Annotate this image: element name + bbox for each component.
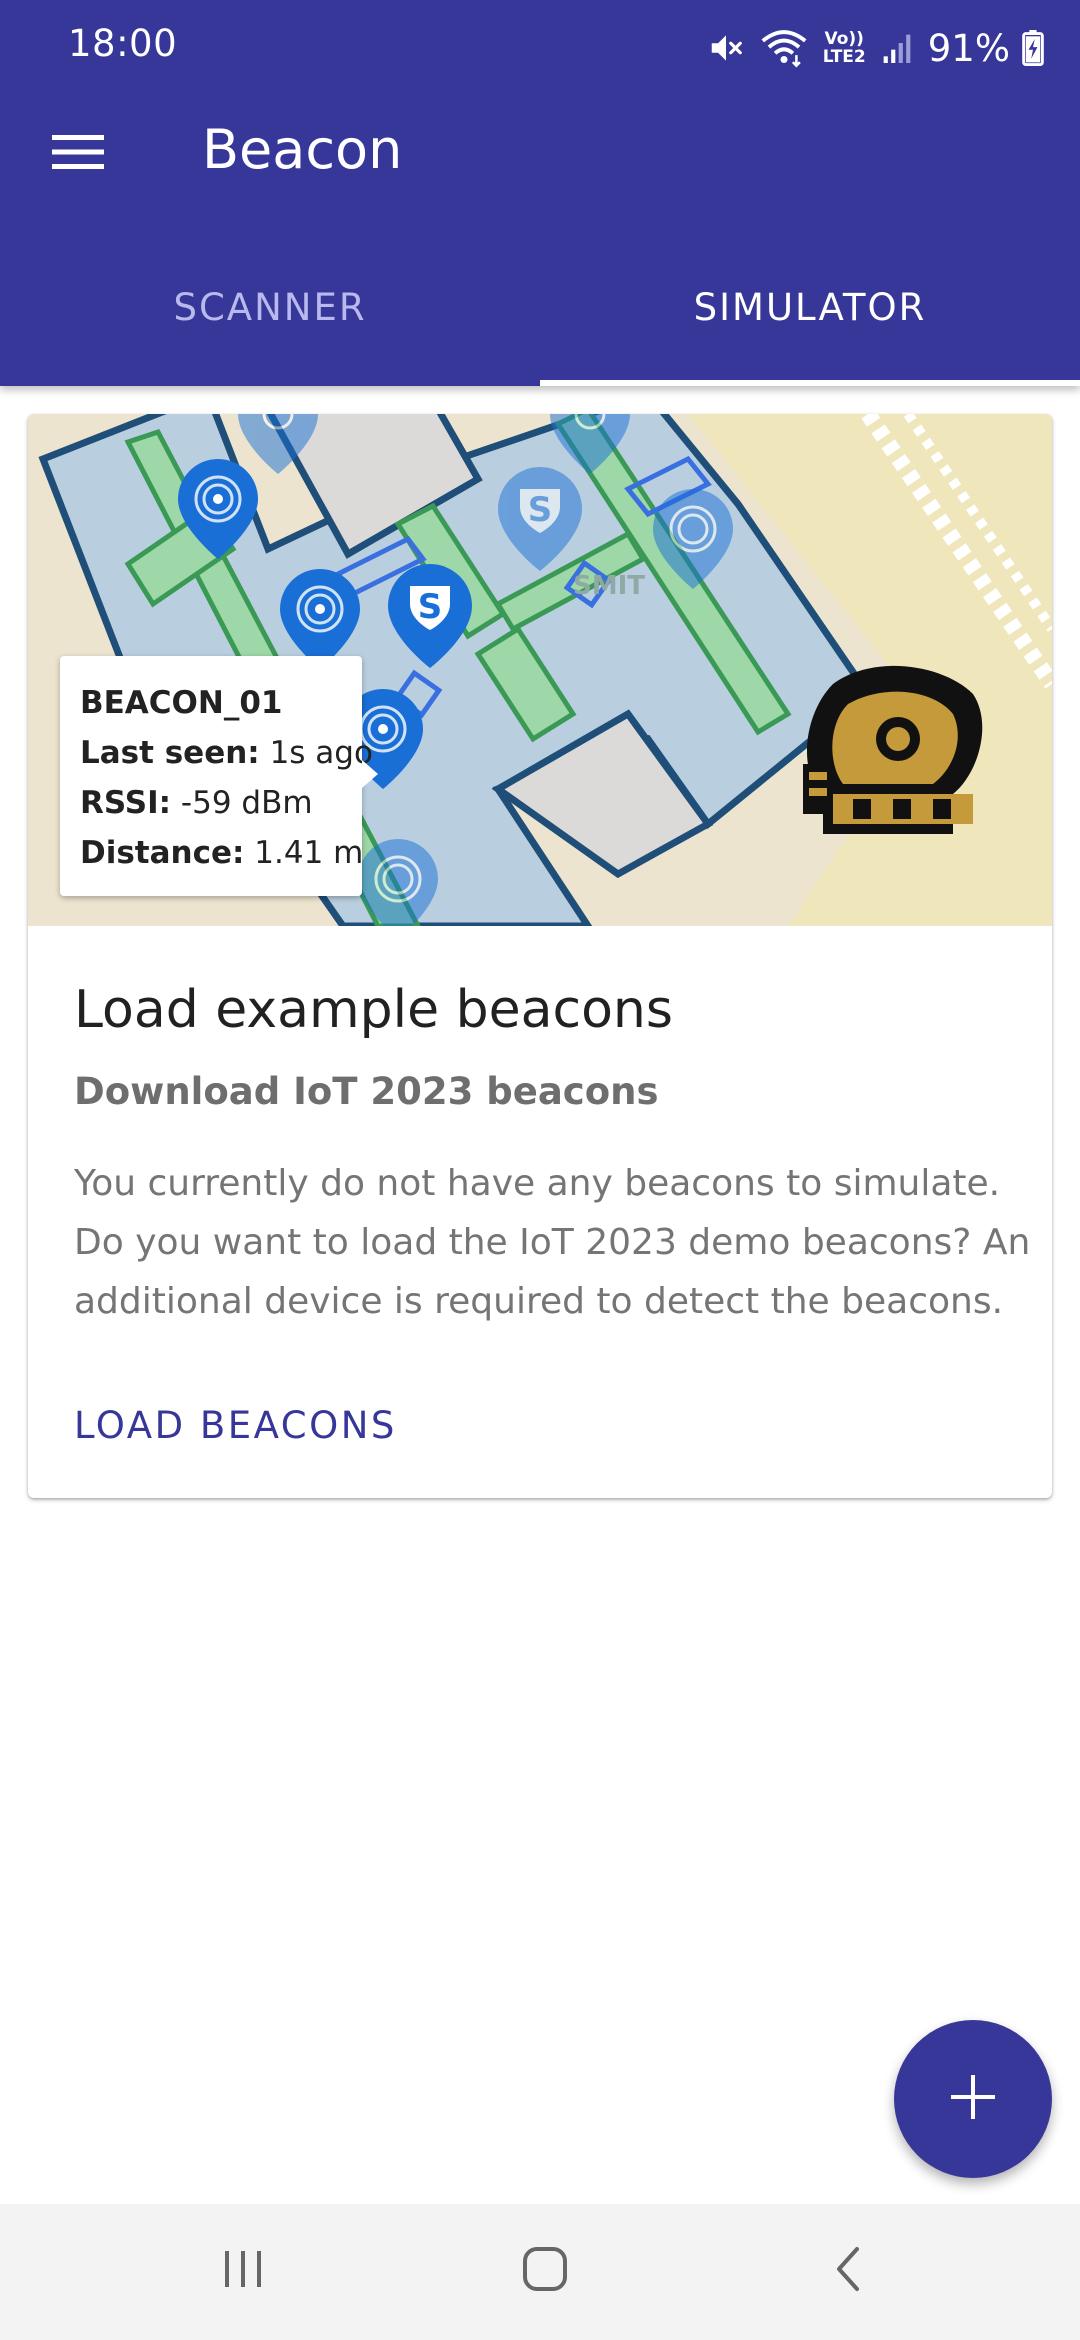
- home-button[interactable]: [495, 2226, 595, 2316]
- card-title: Load example beacons: [74, 980, 673, 1040]
- svg-text:S: S: [528, 490, 553, 530]
- load-beacons-card: SMIT S S BEACON_01 Last seen: 1s ago RSS…: [28, 414, 1052, 1498]
- load-beacons-button[interactable]: LOAD BEACONS: [74, 1404, 397, 1447]
- status-time: 18:00: [68, 22, 178, 65]
- back-icon: [831, 2244, 865, 2298]
- status-icons: Vo)) LTE2 91%: [707, 24, 1044, 72]
- home-icon: [520, 2244, 570, 2298]
- app-bar: 18:00 Vo)) LTE2 91% Beacon SCANNER SIMUL…: [0, 0, 1080, 386]
- battery-percentage: 91%: [927, 26, 1010, 70]
- add-beacon-fab[interactable]: [894, 2020, 1052, 2178]
- hamburger-menu-icon: [50, 132, 106, 176]
- tab-simulator-label: SIMULATOR: [693, 286, 927, 329]
- map-label: SMIT: [573, 571, 645, 601]
- menu-button[interactable]: [38, 114, 118, 194]
- card-body: Load example beacons Download IoT 2023 b…: [28, 926, 1052, 1498]
- app-title: Beacon: [202, 118, 403, 181]
- card-subtitle: Download IoT 2023 beacons: [74, 1070, 659, 1113]
- toolbar: Beacon: [0, 96, 1080, 208]
- recents-icon: [219, 2247, 267, 2295]
- tooltip-rssi: RSSI: -59 dBm: [80, 785, 313, 821]
- plus-icon: [947, 2071, 999, 2127]
- tab-indicator: [540, 380, 1080, 386]
- event-logo: [803, 665, 983, 834]
- tooltip-beacon-name: BEACON_01: [80, 685, 283, 721]
- battery-charging-icon: [1022, 30, 1044, 66]
- tab-scanner[interactable]: SCANNER: [0, 246, 540, 386]
- beacon-tooltip: BEACON_01 Last seen: 1s ago RSSI: -59 dB…: [60, 656, 378, 896]
- tooltip-distance: Distance: 1.41 m: [80, 835, 364, 871]
- system-nav-bar: [0, 2204, 1080, 2340]
- card-description: You currently do not have any beacons to…: [74, 1163, 1031, 1322]
- recents-button[interactable]: [193, 2226, 293, 2316]
- tooltip-last-seen: Last seen: 1s ago: [80, 735, 373, 771]
- status-bar: 18:00 Vo)) LTE2 91%: [0, 0, 1080, 96]
- volte-icon: Vo)) LTE2: [822, 29, 866, 67]
- signal-icon: [882, 31, 912, 65]
- tab-simulator[interactable]: SIMULATOR: [540, 246, 1080, 386]
- mute-icon: [707, 29, 745, 67]
- wifi-icon: [761, 28, 807, 68]
- tab-bar: SCANNER SIMULATOR: [0, 246, 1080, 386]
- back-button[interactable]: [798, 2226, 898, 2316]
- map-preview: SMIT S S BEACON_01 Last seen: 1s ago RSS…: [28, 414, 1052, 926]
- svg-text:S: S: [418, 587, 443, 627]
